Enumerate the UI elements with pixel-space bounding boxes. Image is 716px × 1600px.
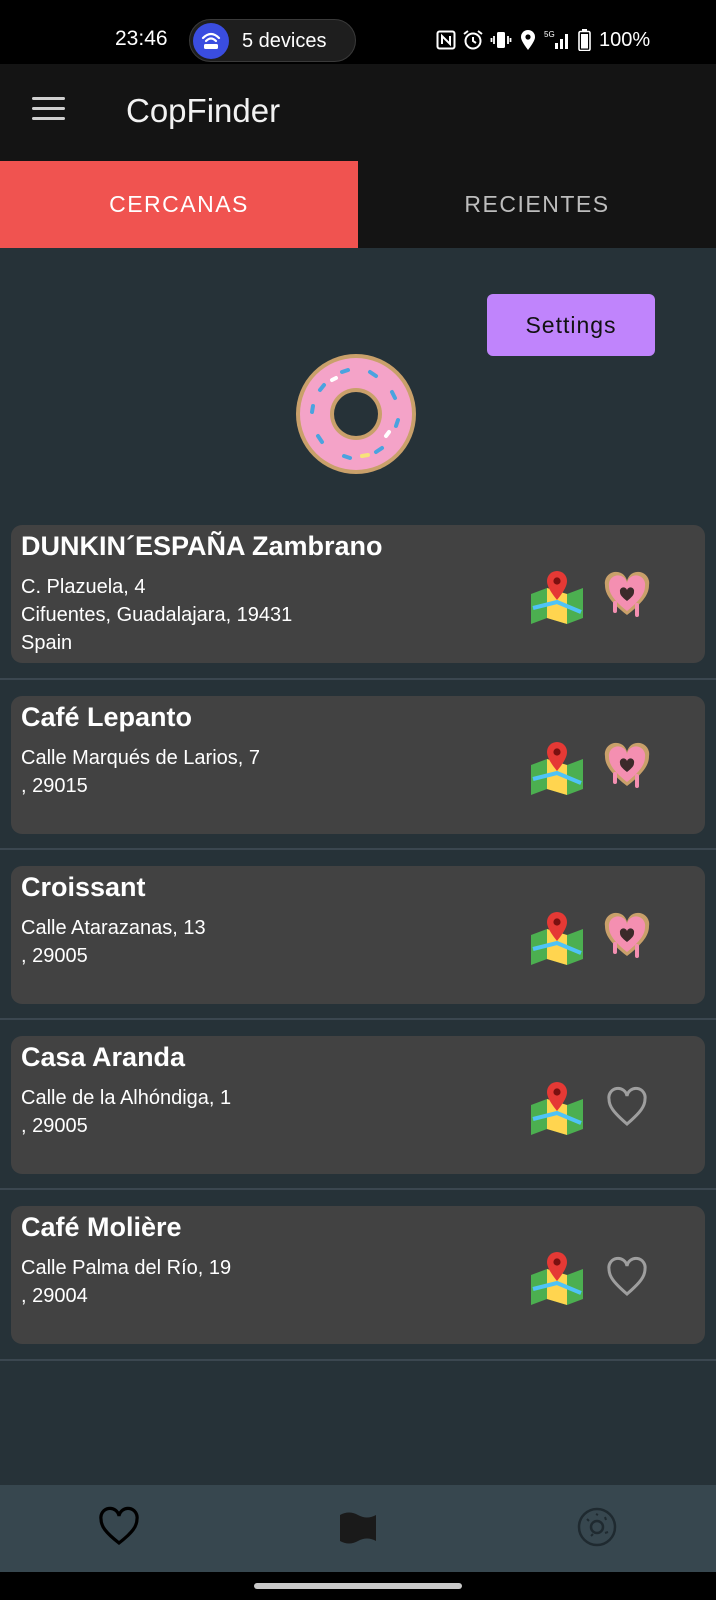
- app-title: CopFinder: [126, 92, 281, 129]
- heart-outline-icon[interactable]: [601, 1252, 653, 1302]
- status-time: 23:46: [115, 27, 168, 50]
- place-address: C. Plazuela, 4 Cifuentes, Guadalajara, 1…: [21, 573, 292, 657]
- location-icon: [521, 30, 535, 50]
- donut-logo: [296, 354, 416, 474]
- 5g-signal-icon: 5G: [544, 30, 568, 49]
- place-name: Croissant: [21, 872, 146, 902]
- list-divider: [0, 678, 716, 680]
- battery-percentage: 100%: [599, 28, 651, 51]
- devices-label: 5 devices: [242, 30, 327, 52]
- map-pin-icon[interactable]: [527, 1249, 587, 1305]
- status-icons: 5G 100%: [436, 28, 650, 52]
- address-line: Spain: [21, 632, 73, 654]
- nfc-icon: [436, 30, 456, 50]
- place-address: Calle Atarazanas, 13 , 29005: [21, 914, 206, 970]
- hotspot-icon: [193, 23, 229, 59]
- address-line: Calle Marqués de Larios, 7: [21, 747, 261, 769]
- favorite-donut-heart-icon[interactable]: [601, 571, 653, 621]
- place-card[interactable]: Casa Aranda Calle de la Alhóndiga, 1 , 2…: [11, 1036, 705, 1174]
- place-card[interactable]: Café Lepanto Calle Marqués de Larios, 7 …: [11, 696, 705, 834]
- address-line: , 29004: [21, 1285, 88, 1307]
- map-pin-icon[interactable]: [527, 568, 587, 624]
- address-line: Cifuentes, Guadalajara, 19431: [21, 604, 293, 626]
- alarm-icon: [463, 30, 483, 50]
- place-name: Casa Aranda: [21, 1042, 186, 1072]
- gesture-bar: [0, 1572, 716, 1600]
- list-divider: [0, 848, 716, 850]
- favorite-donut-heart-icon[interactable]: [601, 742, 653, 792]
- place-name: Café Lepanto: [21, 702, 193, 732]
- tab-recientes[interactable]: RECIENTES: [358, 161, 716, 248]
- hamburger-menu-icon[interactable]: [32, 97, 65, 121]
- place-card[interactable]: Café Molière Calle Palma del Río, 19 , 2…: [11, 1206, 705, 1344]
- place-address: Calle Marqués de Larios, 7 , 29015: [21, 744, 260, 800]
- place-address: Calle de la Alhóndiga, 1 , 29005: [21, 1084, 231, 1140]
- tab-bar: CERCANAS RECIENTES: [0, 161, 716, 248]
- address-line: Calle Atarazanas, 13: [21, 917, 206, 939]
- place-address: Calle Palma del Río, 19 , 29004: [21, 1254, 231, 1310]
- address-line: , 29005: [21, 945, 88, 967]
- flag-icon[interactable]: [336, 1505, 380, 1549]
- heart-icon[interactable]: [97, 1505, 141, 1549]
- settings-button[interactable]: Settings: [487, 294, 655, 356]
- place-card[interactable]: Croissant Calle Atarazanas, 13 , 29005: [11, 866, 705, 1004]
- address-line: Calle de la Alhóndiga, 1: [21, 1087, 232, 1109]
- list-divider: [0, 1188, 716, 1190]
- address-line: Calle Palma del Río, 19: [21, 1257, 232, 1279]
- list-divider: [0, 1018, 716, 1020]
- map-pin-icon[interactable]: [527, 1079, 587, 1135]
- place-card[interactable]: DUNKIN´ESPAÑA Zambrano C. Plazuela, 4 Ci…: [11, 525, 705, 663]
- address-line: , 29005: [21, 1115, 88, 1137]
- vibrate-icon: [490, 32, 512, 48]
- bottom-navigation: [0, 1485, 716, 1572]
- heart-outline-icon[interactable]: [601, 1082, 653, 1132]
- svg-text:5G: 5G: [544, 30, 555, 39]
- devices-chip[interactable]: 5 devices: [189, 19, 356, 62]
- battery-icon: [578, 29, 591, 51]
- donut-icon[interactable]: [575, 1505, 619, 1549]
- favorite-donut-heart-icon[interactable]: [601, 912, 653, 962]
- address-line: C. Plazuela, 4: [21, 576, 146, 598]
- list-divider: [0, 1359, 716, 1361]
- place-name: DUNKIN´ESPAÑA Zambrano: [21, 531, 383, 561]
- tab-cercanas[interactable]: CERCANAS: [0, 161, 358, 248]
- place-name: Café Molière: [21, 1212, 182, 1242]
- app-bar: CopFinder: [0, 64, 716, 161]
- map-pin-icon[interactable]: [527, 909, 587, 965]
- map-pin-icon[interactable]: [527, 739, 587, 795]
- home-gesture-handle[interactable]: [254, 1583, 462, 1589]
- status-bar: 23:46 5 devices 5G 100%: [0, 0, 716, 64]
- address-line: , 29015: [21, 775, 88, 797]
